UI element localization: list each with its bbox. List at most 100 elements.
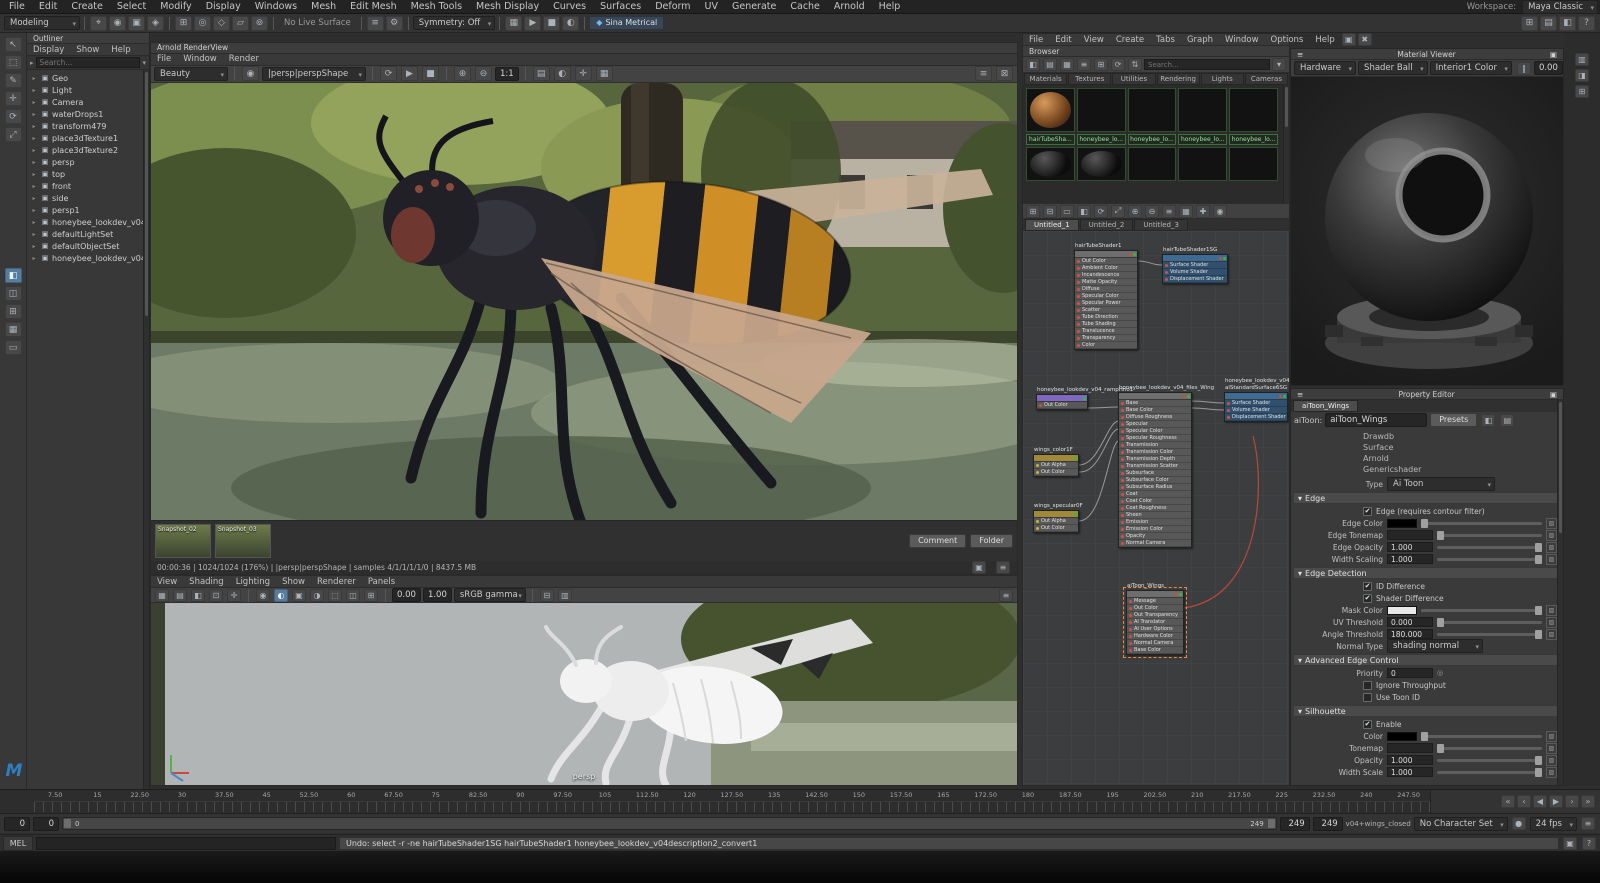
outliner-item[interactable]: defaultLightSet — [27, 228, 149, 240]
menu-item[interactable]: Curves — [546, 0, 593, 14]
expand-icon[interactable] — [30, 171, 38, 178]
category-tab[interactable]: Textures — [1068, 73, 1111, 85]
viewport-menu-item[interactable]: Panels — [362, 576, 401, 588]
render-current-frame-icon[interactable] — [524, 16, 541, 31]
material-preview[interactable] — [1291, 77, 1563, 385]
width-scaling-field[interactable]: 1.000 — [1387, 554, 1433, 564]
node-hairtubeshader1sg[interactable]: hairTubeShader1SG Surface ShaderVolume S… — [1162, 254, 1228, 284]
render-settings-icon[interactable] — [505, 16, 522, 31]
graph-tab[interactable]: Untitled_2 — [1080, 219, 1134, 231]
snap-plane-icon[interactable] — [232, 16, 249, 31]
playback-end-field[interactable]: 249 — [1280, 817, 1310, 831]
node-attribute[interactable]: Subsurface — [1119, 470, 1191, 477]
node-attribute[interactable]: Out Alpha — [1034, 518, 1078, 525]
presets-button[interactable]: Presets — [1430, 413, 1477, 427]
input-connections-icon[interactable] — [1043, 205, 1057, 218]
property-tab[interactable]: aiToon_Wings — [1293, 400, 1358, 412]
select-hierarchy-icon[interactable] — [90, 16, 107, 31]
edge-opacity-slider[interactable] — [1437, 546, 1542, 549]
hypershade-menu-item[interactable]: Options — [1265, 34, 1310, 46]
help-icon[interactable] — [1578, 16, 1595, 31]
material-name-label[interactable]: honeybee_lo... — [1077, 134, 1126, 145]
move-tool-icon[interactable] — [5, 91, 22, 106]
environment-dropdown[interactable]: Interior1 Color — [1430, 61, 1512, 75]
node-attribute[interactable]: Hardware Color — [1127, 633, 1183, 640]
go-to-end-button[interactable] — [1581, 795, 1595, 808]
construction-history-icon[interactable] — [386, 16, 403, 31]
silhouette-opacity-slider[interactable] — [1437, 759, 1542, 762]
menu-item[interactable]: Mesh Tools — [404, 0, 469, 14]
rotate-tool-icon[interactable] — [5, 109, 22, 124]
command-mode-toggle[interactable]: MEL — [3, 836, 33, 851]
menu-item[interactable]: File — [2, 0, 32, 14]
filter-icon[interactable] — [30, 59, 34, 67]
start-ipr-icon[interactable] — [401, 66, 418, 81]
menu-item[interactable]: Mesh — [304, 0, 343, 14]
exposure-field[interactable]: 0.00 — [392, 588, 421, 602]
reset-icon[interactable] — [1437, 669, 1443, 677]
normal-type-dropdown[interactable]: shading normal — [1387, 639, 1483, 653]
menu-item[interactable]: Windows — [248, 0, 304, 14]
hypershade-menu-item[interactable]: View — [1078, 34, 1110, 46]
renderview-tab[interactable]: Arnold RenderView — [151, 43, 1017, 54]
render-image[interactable] — [151, 83, 1017, 521]
node-attribute[interactable]: Out Color — [1037, 402, 1087, 409]
node-attribute[interactable]: Opacity — [1119, 533, 1191, 540]
node-wings-specular-file[interactable]: wings_specular0F Out AlphaOut Color — [1033, 510, 1079, 533]
node-attribute[interactable]: Transmission Scatter — [1119, 463, 1191, 470]
expand-icon[interactable] — [30, 207, 38, 214]
silhouette-width-field[interactable]: 1.000 — [1387, 767, 1433, 777]
film-gate-icon[interactable] — [173, 589, 187, 602]
hypershade-search-input[interactable] — [1144, 59, 1270, 70]
renderview-menu-item[interactable]: Window — [177, 53, 223, 65]
node-attribute[interactable]: Base Color — [1119, 407, 1191, 414]
node-graph[interactable]: hairTubeShader1 Out ColorAmbient ColorIn… — [1023, 231, 1289, 785]
frame-all-icon[interactable] — [1111, 205, 1125, 218]
edge-tonemap-slider[interactable] — [1437, 534, 1542, 537]
layout-hypershade-icon[interactable] — [5, 322, 22, 337]
range-end-handle[interactable] — [1268, 819, 1275, 828]
menu-item[interactable]: Display — [199, 0, 248, 14]
panel-menu-icon[interactable] — [1297, 50, 1303, 59]
clear-graph-icon[interactable] — [1077, 205, 1091, 218]
hypershade-menu-item[interactable]: Create — [1110, 34, 1150, 46]
node-attribute[interactable]: Coat Color — [1119, 498, 1191, 505]
close-icon[interactable] — [1358, 33, 1372, 46]
category-tab[interactable]: Lights — [1201, 73, 1244, 85]
material-swatch[interactable] — [1128, 88, 1177, 132]
filter-menu-icon[interactable] — [1272, 58, 1286, 71]
node-attribute[interactable]: Ambient Color — [1075, 265, 1137, 272]
node-attribute[interactable]: Specular Color — [1075, 293, 1137, 300]
layout-outliner-icon[interactable] — [5, 340, 22, 355]
preview-exposure-field[interactable]: 0.00 — [1534, 61, 1563, 75]
hypershade-menu-item[interactable]: File — [1023, 34, 1049, 46]
map-button[interactable] — [1546, 518, 1557, 529]
category-tab[interactable]: Rendering — [1157, 73, 1200, 85]
resolution-gate-icon[interactable] — [191, 589, 205, 602]
hierarchy-item[interactable]: Genericshader — [1363, 464, 1563, 475]
angle-threshold-field[interactable]: 180.000 — [1387, 629, 1433, 639]
mask-color-slider[interactable] — [1421, 609, 1542, 612]
node-attribute[interactable]: Translucence — [1075, 328, 1137, 335]
dock-icon[interactable] — [1550, 390, 1557, 399]
node-attribute[interactable]: Emission Color — [1119, 526, 1191, 533]
panel-menu-icon[interactable] — [1297, 390, 1303, 399]
outliner-menu-item[interactable]: Show — [70, 44, 105, 56]
go-to-start-button[interactable] — [1501, 795, 1515, 808]
time-ruler[interactable] — [34, 801, 1430, 812]
refresh-render-icon[interactable] — [380, 66, 397, 81]
browser-scrollbar[interactable] — [1283, 85, 1289, 203]
symmetry-dropdown[interactable]: Symmetry: Off — [413, 16, 496, 30]
material-swatch[interactable] — [1077, 88, 1126, 132]
graph-options-icon[interactable] — [1162, 205, 1176, 218]
material-swatch[interactable] — [1026, 88, 1075, 132]
renderer-dropdown[interactable]: Hardware — [1294, 61, 1356, 75]
node-ramp[interactable]: honeybee_lookdev_v04_rampHno1 Out Color — [1036, 394, 1088, 410]
outliner-item[interactable]: honeybee_lookdev_v04c — [27, 216, 149, 228]
shader-difference-checkbox[interactable] — [1363, 594, 1372, 603]
step-back-frame-button[interactable] — [1533, 795, 1547, 808]
snap-curve-icon[interactable] — [194, 16, 211, 31]
playback-start-field[interactable]: 0 — [33, 817, 59, 831]
ignore-throughput-checkbox[interactable] — [1363, 681, 1372, 690]
node-attribute[interactable]: Transmission Color — [1119, 449, 1191, 456]
